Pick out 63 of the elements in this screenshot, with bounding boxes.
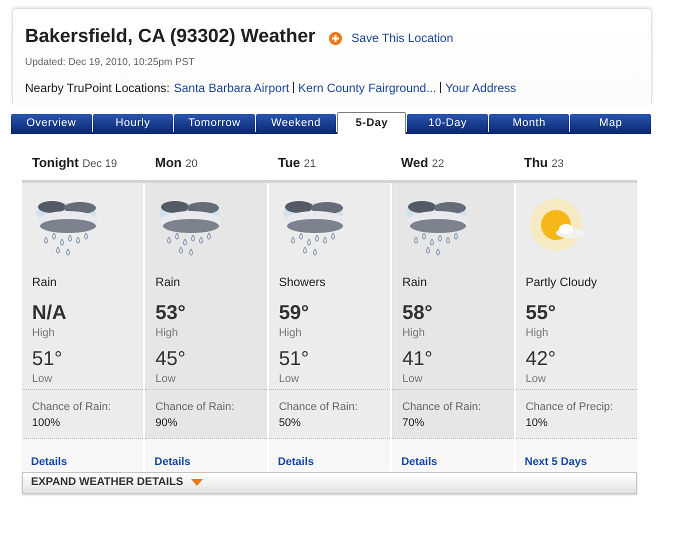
nearby-label: Nearby TruPoint Locations: bbox=[25, 80, 170, 96]
nearby-location-link[interactable]: Kern County Fairground... bbox=[298, 78, 436, 96]
high-temperature: 58° bbox=[401, 301, 434, 325]
precip-label: Chance of Precip: bbox=[526, 400, 614, 414]
high-label: High bbox=[154, 326, 180, 341]
day-heading: Tonight Dec 19 bbox=[32, 155, 118, 170]
nav-tab[interactable]: 10-Day bbox=[407, 114, 488, 132]
precip-chance: 100% bbox=[32, 416, 62, 431]
nav-tab[interactable]: Weekend bbox=[256, 114, 336, 132]
save-location-link[interactable]: Save This Location bbox=[329, 29, 454, 48]
low-temperature: 51° bbox=[31, 346, 64, 370]
low-label: Low bbox=[278, 372, 300, 386]
high-label: High bbox=[278, 326, 302, 341]
precip-label: Chance of Rain: bbox=[155, 400, 236, 414]
low-label: Low bbox=[31, 372, 54, 386]
high-temperature: 55° bbox=[524, 301, 557, 325]
nav-tab[interactable]: Hourly bbox=[92, 114, 174, 132]
low-label: Low bbox=[401, 372, 424, 386]
day-heading: Thu 23 bbox=[524, 155, 564, 170]
expand-details-bar[interactable]: EXPAND WEATHER DETAILS bbox=[22, 472, 637, 494]
low-label: Low bbox=[524, 372, 547, 386]
low-temperature: 41° bbox=[401, 346, 434, 370]
low-temperature: 45° bbox=[154, 346, 187, 370]
precip-chance: 10% bbox=[526, 416, 549, 431]
precip-chance: 70% bbox=[402, 416, 426, 431]
nav-tab[interactable]: 5-Day bbox=[337, 112, 406, 134]
condition-text: Partly Cloudy bbox=[524, 274, 598, 291]
day-heading: Tue 21 bbox=[278, 155, 316, 170]
low-label: Low bbox=[154, 372, 177, 386]
details-link[interactable]: Details bbox=[278, 456, 314, 468]
day-heading: Wed 22 bbox=[401, 155, 444, 170]
nearby-location-link[interactable]: Your Address bbox=[445, 78, 516, 96]
high-label: High bbox=[401, 326, 426, 341]
details-link[interactable]: Details bbox=[154, 456, 190, 468]
condition-text: Rain bbox=[401, 274, 428, 291]
nav-tab[interactable]: Tomorrow bbox=[174, 114, 255, 132]
details-link[interactable]: Next 5 Days bbox=[524, 456, 587, 468]
high-label: High bbox=[31, 326, 56, 341]
precip-chance: 90% bbox=[155, 416, 178, 431]
caret-icon bbox=[191, 479, 204, 486]
details-link[interactable]: Details bbox=[31, 456, 68, 468]
low-temperature: 51° bbox=[278, 346, 310, 370]
precip-label: Chance of Rain: bbox=[278, 400, 359, 414]
nav-tab[interactable]: Month bbox=[488, 114, 570, 132]
page-title: Bakersfield, CA (93302) Weather bbox=[25, 25, 316, 49]
precip-label: Chance of Rain: bbox=[32, 400, 112, 414]
condition-text: Showers bbox=[278, 274, 326, 291]
condition-text: Rain bbox=[154, 274, 182, 291]
details-link[interactable]: Details bbox=[401, 456, 438, 468]
high-label: High bbox=[524, 326, 550, 341]
high-temperature: 53° bbox=[154, 301, 187, 325]
high-temperature: 59° bbox=[278, 301, 310, 325]
low-temperature: 42° bbox=[524, 346, 557, 370]
high-temperature: N/A bbox=[31, 301, 68, 325]
nearby-location-link[interactable]: Santa Barbara Airport bbox=[174, 78, 290, 96]
nav-tab[interactable]: Overview bbox=[11, 114, 92, 132]
day-heading: Mon 20 bbox=[155, 155, 198, 170]
nav-tab[interactable]: Map bbox=[570, 114, 652, 132]
plus-icon bbox=[329, 32, 342, 45]
updated-time: Updated: Dec 19, 2010, 10:25pm PST bbox=[25, 56, 196, 70]
precip-label: Chance of Rain: bbox=[402, 400, 482, 414]
precip-chance: 50% bbox=[278, 416, 302, 431]
condition-text: Rain bbox=[31, 274, 58, 291]
